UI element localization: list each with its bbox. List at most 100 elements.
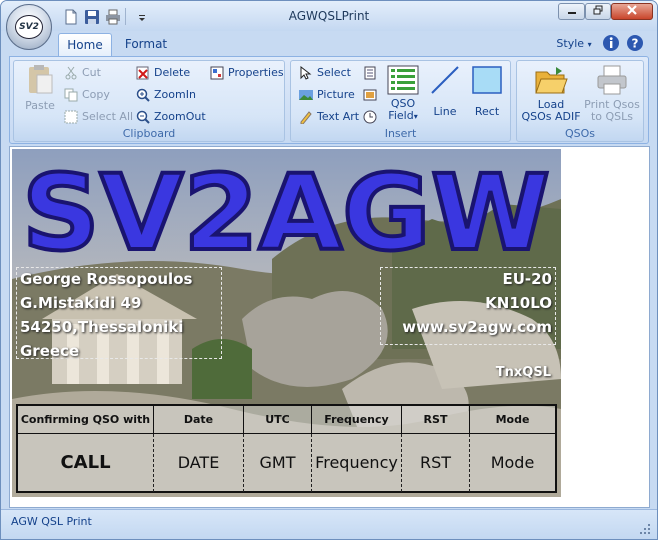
header-frequency: Frequency	[312, 406, 402, 433]
qso-field-icon	[387, 65, 419, 95]
header-date: Date	[154, 406, 244, 433]
clipboard-group: Paste Cut Copy Select All Delete ZoomIn …	[13, 60, 285, 142]
qsos-group: Load QSOs ADIF Print Qsos to QSLs QSOs	[516, 60, 644, 142]
minimize-button[interactable]	[558, 3, 585, 20]
cut-button[interactable]: Cut	[64, 64, 101, 82]
header-rst: RST	[402, 406, 470, 433]
zoom-in-icon	[136, 88, 150, 102]
chevron-down-icon: ▾	[587, 40, 592, 49]
cell-call[interactable]: CALL	[18, 434, 154, 492]
delete-label: Delete	[154, 66, 191, 79]
qso-table[interactable]: Confirming QSO with Date UTC Frequency R…	[16, 404, 557, 493]
header-utc: UTC	[244, 406, 312, 433]
scissors-icon	[65, 66, 77, 80]
line-button[interactable]: Line	[427, 65, 463, 118]
maximize-button[interactable]	[585, 3, 611, 20]
document-icon[interactable]	[363, 66, 377, 80]
qso-field-label-2: Field	[388, 109, 414, 122]
iota-reference: EU-20	[502, 270, 552, 288]
address-line-4: Greece	[20, 342, 80, 360]
app-logo: SV2	[15, 15, 43, 39]
header-confirming-qso: Confirming QSO with	[18, 406, 154, 433]
select-all-button[interactable]: Select All	[64, 108, 133, 126]
status-bar: AGW QSL Print	[1, 509, 657, 539]
copy-icon	[64, 88, 78, 102]
title-bar: SV2 AGWQSLPrint	[1, 1, 657, 50]
cell-date[interactable]: DATE	[154, 434, 244, 492]
address-line-3: 54250,Thessaloniki	[20, 318, 184, 336]
folder-open-icon	[535, 67, 568, 94]
print-label-2: to QSLs	[590, 110, 634, 123]
properties-label: Properties	[228, 66, 284, 79]
print-qsos-to-qsls-button[interactable]: Print Qsos to QSLs	[581, 64, 643, 123]
paste-label: Paste	[25, 99, 55, 112]
close-button[interactable]	[611, 3, 653, 20]
insert-group-label: Insert	[384, 127, 417, 140]
zoom-out-button[interactable]: ZoomOut	[136, 108, 206, 126]
paste-button[interactable]: Paste	[16, 63, 64, 112]
select-all-icon	[64, 110, 78, 124]
qso-field-button[interactable]: QSO Field▾	[383, 65, 423, 123]
select-button[interactable]: Select	[299, 64, 351, 82]
cell-rst[interactable]: RST	[402, 434, 470, 492]
address-line-1: George Rossopoulos	[20, 270, 193, 288]
application-menu-button[interactable]: SV2	[6, 4, 52, 50]
rect-label: Rect	[474, 105, 500, 118]
tab-home[interactable]: Home	[58, 33, 112, 56]
address-field[interactable]: George Rossopoulos G.Mistakidi 49 54250,…	[16, 267, 222, 360]
copy-label: Copy	[82, 88, 110, 101]
ribbon-tabs: Home Format Style ▾ ?	[1, 31, 657, 56]
info-icon[interactable]	[602, 34, 620, 52]
website: www.sv2agw.com	[402, 318, 552, 336]
insert-group: Select Picture Text Art QSO Field▾ Line …	[290, 60, 511, 142]
load-qsos-adif-button[interactable]: Load QSOs ADIF	[521, 64, 581, 123]
address-line-2: G.Mistakidi 49	[20, 294, 142, 312]
paste-icon	[29, 65, 53, 94]
callsign[interactable]: SV2AGW	[20, 150, 552, 267]
cell-frequency[interactable]: Frequency	[312, 434, 402, 492]
load-label-2: QSOs ADIF	[521, 110, 581, 123]
card-canvas-area[interactable]: SV2AGW George Rossopoulos G.Mistakidi 49…	[9, 146, 650, 508]
restore-icon	[593, 5, 603, 15]
tab-format[interactable]: Format	[118, 33, 174, 56]
resize-grip-icon[interactable]	[639, 523, 651, 535]
properties-button[interactable]: Properties	[210, 64, 284, 82]
clock-icon[interactable]	[363, 110, 377, 124]
tnx-qsl-text[interactable]: TnxQSL	[496, 365, 551, 380]
select-all-label: Select All	[82, 110, 134, 123]
dropdown-arrow-icon: ▾	[413, 112, 418, 121]
copy-button[interactable]: Copy	[64, 86, 110, 104]
rectangle-icon	[472, 66, 502, 94]
close-icon	[627, 5, 637, 15]
zoom-out-icon	[136, 110, 150, 124]
text-art-icon	[300, 111, 312, 124]
cell-mode[interactable]: Mode	[470, 434, 555, 492]
cell-utc[interactable]: GMT	[244, 434, 312, 492]
delete-button[interactable]: Delete	[136, 64, 190, 82]
printer-icon	[597, 65, 627, 95]
locator: KN10LO	[485, 294, 552, 312]
picture-button[interactable]: Picture	[299, 86, 355, 104]
help-icon[interactable]: ?	[626, 34, 644, 52]
svg-text:?: ?	[632, 37, 639, 51]
qsl-card[interactable]: SV2AGW George Rossopoulos G.Mistakidi 49…	[12, 149, 561, 497]
zoom-in-button[interactable]: ZoomIn	[136, 86, 196, 104]
minimize-icon	[567, 12, 576, 14]
status-text: AGW QSL Print	[11, 515, 92, 528]
header-mode: Mode	[495, 413, 530, 426]
select-label: Select	[317, 66, 351, 79]
style-menu-label: Style	[556, 37, 585, 50]
text-art-button[interactable]: Text Art	[299, 108, 359, 126]
picture-icon	[299, 90, 313, 100]
cursor-arrow-icon	[300, 66, 312, 80]
image-frame-icon[interactable]	[363, 88, 377, 102]
delete-icon	[136, 66, 149, 80]
station-info-field[interactable]: EU-20 KN10LO www.sv2agw.com	[380, 267, 556, 345]
rect-button[interactable]: Rect	[469, 65, 505, 118]
cut-label: Cut	[82, 66, 101, 79]
clipboard-group-label: Clipboard	[122, 127, 176, 140]
line-label: Line	[433, 105, 457, 118]
style-menu[interactable]: Style ▾	[553, 33, 595, 56]
line-icon	[431, 66, 459, 94]
ribbon: Paste Cut Copy Select All Delete ZoomIn …	[9, 56, 649, 144]
